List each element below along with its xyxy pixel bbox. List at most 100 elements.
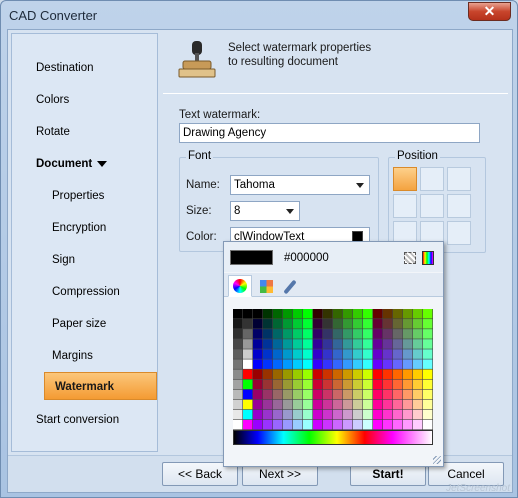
sidebar-item-encryption[interactable]: Encryption — [12, 214, 157, 242]
color-cell[interactable] — [323, 419, 333, 430]
color-cell[interactable] — [353, 419, 363, 430]
color-cell[interactable] — [263, 389, 273, 400]
color-cell[interactable] — [343, 419, 353, 430]
color-cell[interactable] — [343, 369, 353, 379]
color-cell[interactable] — [363, 419, 373, 430]
color-cell[interactable] — [293, 369, 303, 379]
color-cell[interactable] — [413, 329, 423, 339]
color-cell[interactable] — [343, 389, 353, 400]
color-cell[interactable] — [373, 379, 383, 390]
color-cell[interactable] — [303, 369, 313, 379]
color-cell[interactable] — [363, 399, 373, 410]
color-cell[interactable] — [233, 369, 243, 379]
color-cell[interactable] — [333, 399, 343, 410]
color-cell[interactable] — [313, 389, 323, 400]
color-cell[interactable] — [353, 329, 363, 339]
color-cell[interactable] — [343, 399, 353, 410]
color-cell[interactable] — [313, 319, 323, 329]
color-cell[interactable] — [263, 359, 273, 369]
color-cell[interactable] — [403, 399, 413, 410]
color-cell[interactable] — [353, 409, 363, 420]
color-cell[interactable] — [423, 349, 433, 359]
color-cell[interactable] — [393, 369, 403, 379]
color-cell[interactable] — [243, 329, 253, 339]
color-cell[interactable] — [393, 319, 403, 329]
color-cell[interactable] — [233, 339, 243, 349]
sidebar-item-paper-size[interactable]: Paper size — [12, 310, 157, 338]
color-cell[interactable] — [303, 319, 313, 329]
color-cell[interactable] — [233, 379, 243, 390]
position-top-left[interactable] — [393, 167, 417, 191]
color-cell[interactable] — [323, 359, 333, 369]
color-cell[interactable] — [413, 319, 423, 329]
color-cell[interactable] — [263, 339, 273, 349]
color-cell[interactable] — [343, 409, 353, 420]
color-cell[interactable] — [413, 349, 423, 359]
color-cell[interactable] — [403, 389, 413, 400]
color-cell[interactable] — [383, 399, 393, 410]
color-cell[interactable] — [253, 419, 263, 430]
color-cell[interactable] — [363, 379, 373, 390]
color-cell[interactable] — [383, 379, 393, 390]
color-cell[interactable] — [263, 329, 273, 339]
color-cell[interactable] — [333, 419, 343, 430]
color-cell[interactable] — [293, 349, 303, 359]
color-cell[interactable] — [233, 419, 243, 430]
color-cell[interactable] — [393, 419, 403, 430]
color-cell[interactable] — [263, 369, 273, 379]
color-cell[interactable] — [253, 379, 263, 390]
color-cell[interactable] — [283, 329, 293, 339]
color-cell[interactable] — [263, 319, 273, 329]
color-cell[interactable] — [303, 359, 313, 369]
sidebar-item-properties[interactable]: Properties — [12, 182, 157, 210]
color-cell[interactable] — [293, 399, 303, 410]
color-cell[interactable] — [273, 309, 283, 319]
color-cell[interactable] — [323, 379, 333, 390]
color-cell[interactable] — [383, 349, 393, 359]
color-cell[interactable] — [423, 369, 433, 379]
color-cell[interactable] — [343, 329, 353, 339]
color-cell[interactable] — [253, 389, 263, 400]
color-cell[interactable] — [243, 319, 253, 329]
sidebar-item-colors[interactable]: Colors — [12, 86, 157, 114]
color-cell[interactable] — [423, 329, 433, 339]
color-cell[interactable] — [253, 409, 263, 420]
hue-spectrum-bar[interactable] — [233, 430, 433, 445]
transparent-color-icon[interactable] — [404, 252, 416, 264]
color-cell[interactable] — [323, 309, 333, 319]
color-cell[interactable] — [333, 409, 343, 420]
color-cell[interactable] — [243, 369, 253, 379]
color-cell[interactable] — [283, 399, 293, 410]
color-cell[interactable] — [333, 379, 343, 390]
color-cell[interactable] — [333, 369, 343, 379]
color-cell[interactable] — [253, 329, 263, 339]
color-cell[interactable] — [353, 309, 363, 319]
color-cell[interactable] — [243, 409, 253, 420]
color-cell[interactable] — [373, 369, 383, 379]
color-cell[interactable] — [323, 339, 333, 349]
color-cell[interactable] — [343, 349, 353, 359]
color-cell[interactable] — [383, 339, 393, 349]
color-cell[interactable] — [423, 379, 433, 390]
color-cell[interactable] — [243, 419, 253, 430]
color-cell[interactable] — [333, 359, 343, 369]
color-cell[interactable] — [303, 309, 313, 319]
color-cell[interactable] — [373, 389, 383, 400]
color-cell[interactable] — [383, 409, 393, 420]
color-cell[interactable] — [323, 409, 333, 420]
color-cell[interactable] — [293, 309, 303, 319]
color-cell[interactable] — [373, 359, 383, 369]
color-cell[interactable] — [233, 409, 243, 420]
resize-grip-icon[interactable] — [433, 456, 441, 464]
color-cell[interactable] — [273, 419, 283, 430]
color-cell[interactable] — [263, 399, 273, 410]
color-cell[interactable] — [403, 349, 413, 359]
color-cell[interactable] — [413, 309, 423, 319]
color-cell[interactable] — [263, 379, 273, 390]
color-cell[interactable] — [293, 409, 303, 420]
color-cell[interactable] — [283, 319, 293, 329]
color-cell[interactable] — [253, 339, 263, 349]
color-cell[interactable] — [373, 419, 383, 430]
color-cell[interactable] — [293, 329, 303, 339]
color-cell[interactable] — [353, 379, 363, 390]
